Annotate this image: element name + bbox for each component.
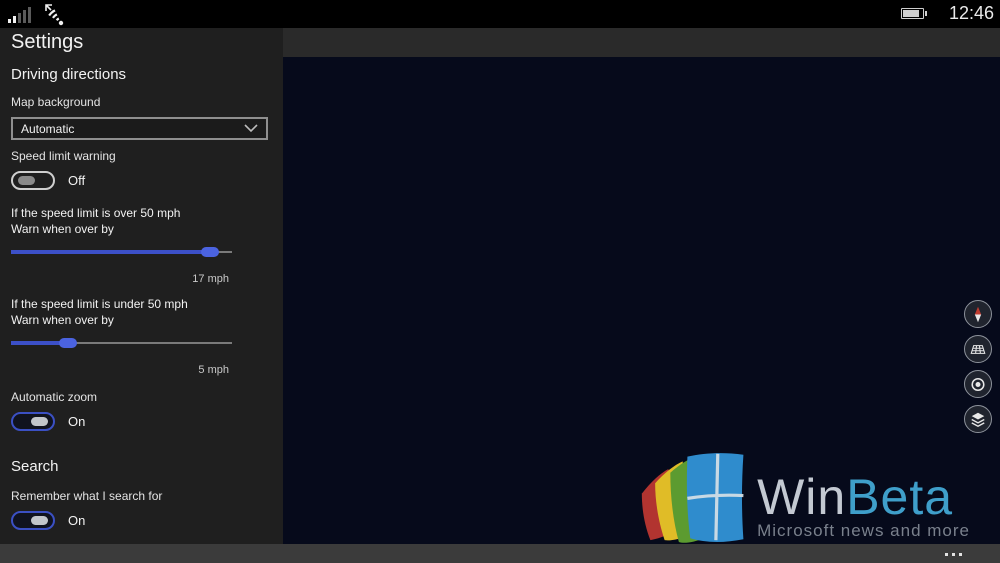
automatic-zoom-row: On [11, 412, 85, 431]
app-bar [0, 544, 1000, 563]
speed-limit-warning-toggle[interactable] [11, 171, 55, 190]
slider-fill [11, 250, 210, 254]
winbeta-name: WinBeta [757, 473, 970, 521]
current-location-button[interactable] [964, 370, 992, 398]
speed-limit-warning-row: Off [11, 171, 85, 190]
map-titlebar [283, 28, 1000, 57]
map-layers-icon [965, 406, 991, 433]
winbeta-tagline: Microsoft news and more [757, 521, 970, 541]
slider-thumb[interactable] [201, 247, 219, 257]
tilt-view-icon [965, 336, 991, 363]
automatic-zoom-label: Automatic zoom [11, 390, 97, 404]
speed-limit-warning-state: Off [68, 173, 85, 188]
winbeta-logo [639, 449, 751, 544]
chevron-down-icon [244, 124, 258, 133]
under-limit-label: Warn when over by [11, 312, 188, 328]
compass-icon [965, 301, 991, 328]
compass-button[interactable] [964, 300, 992, 328]
settings-panel: Settings Driving directions Map backgrou… [0, 28, 283, 544]
winbeta-text: WinBeta Microsoft news and more [757, 473, 970, 544]
map-layers-button[interactable] [964, 405, 992, 433]
over-limit-label: Warn when over by [11, 221, 180, 237]
section-search: Search [11, 458, 59, 475]
battery-icon [901, 8, 924, 19]
map-background-value: Automatic [21, 122, 244, 136]
over-limit-condition: If the speed limit is over 50 mph [11, 205, 180, 221]
current-location-icon [965, 371, 991, 398]
remember-search-toggle[interactable] [11, 511, 55, 530]
over-limit-labels: If the speed limit is over 50 mph Warn w… [11, 205, 180, 237]
remember-search-row: On [11, 511, 85, 530]
map-background-label: Map background [11, 95, 100, 109]
speed-limit-warning-label: Speed limit warning [11, 149, 116, 163]
clock: 12:46 [949, 3, 994, 24]
under-limit-condition: If the speed limit is under 50 mph [11, 296, 188, 312]
slider-thumb[interactable] [59, 338, 77, 348]
section-driving-directions: Driving directions [11, 66, 126, 83]
more-icon[interactable] [945, 553, 962, 556]
status-bar: 12:46 [0, 0, 1000, 28]
winbeta-watermark: WinBeta Microsoft news and more [639, 449, 970, 544]
wifi-icon [42, 2, 68, 28]
automatic-zoom-state: On [68, 414, 85, 429]
over-limit-slider[interactable] [11, 246, 232, 258]
page-title: Settings [11, 31, 83, 54]
map-controls [964, 300, 992, 433]
tilt-view-button[interactable] [964, 335, 992, 363]
under-limit-value: 5 mph [11, 364, 232, 376]
under-limit-slider[interactable] [11, 337, 232, 349]
under-limit-labels: If the speed limit is under 50 mph Warn … [11, 296, 188, 328]
remember-search-label: Remember what I search for [11, 489, 162, 503]
over-limit-value: 17 mph [11, 273, 232, 285]
automatic-zoom-toggle[interactable] [11, 412, 55, 431]
map-canvas[interactable]: WinBeta Microsoft news and more [283, 57, 1000, 544]
map-background-select[interactable]: Automatic [11, 117, 268, 140]
remember-search-state: On [68, 513, 85, 528]
screen: 12:46 Settings Driving directions Map ba… [0, 0, 1000, 563]
signal-strength-icon [8, 7, 31, 23]
